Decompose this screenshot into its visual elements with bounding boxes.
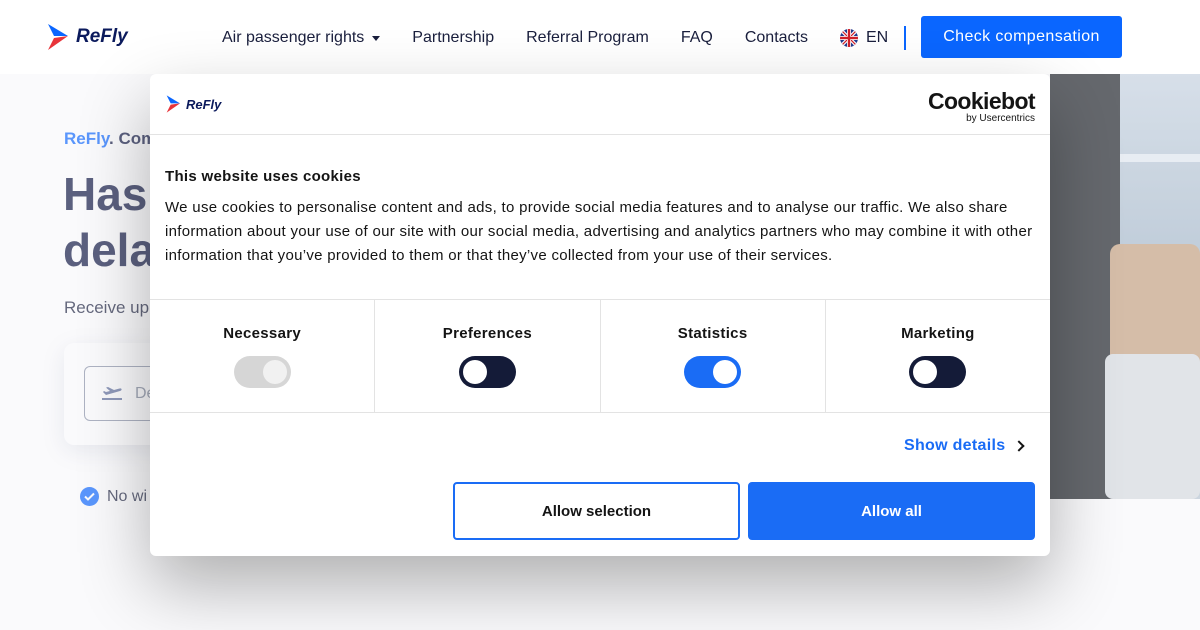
necessary-toggle bbox=[233, 356, 291, 388]
nav-item-faq[interactable]: FAQ bbox=[681, 29, 713, 47]
nav-item-partnership[interactable]: Partnership bbox=[412, 29, 494, 47]
cookiebot-byline: by Usercentrics bbox=[966, 113, 1035, 124]
chevron-right-icon bbox=[1013, 440, 1026, 452]
toggle-knob bbox=[262, 360, 287, 384]
language-divider bbox=[904, 26, 907, 50]
refly-logo[interactable]: ReFly bbox=[46, 22, 128, 52]
category-statistics: Statistics bbox=[601, 300, 826, 412]
dialog-refly-logo: ReFly bbox=[165, 94, 221, 114]
cookie-categories: Necessary Preferences Statistics Marketi… bbox=[150, 299, 1050, 413]
category-label: Preferences bbox=[442, 325, 532, 342]
allow-all-button[interactable]: Allow all bbox=[748, 482, 1035, 540]
preferences-toggle[interactable] bbox=[458, 356, 516, 388]
category-label: Marketing bbox=[901, 325, 975, 342]
site-header: ReFly Air passenger rights Partnership R… bbox=[0, 0, 1200, 74]
main-nav: Air passenger rights Partnership Referra… bbox=[222, 26, 907, 50]
nav-item-referral-program[interactable]: Referral Program bbox=[526, 29, 649, 47]
nav-label: Air passenger rights bbox=[222, 29, 365, 46]
dialog-divider bbox=[150, 134, 1050, 135]
cookiebot-wordmark: Cookiebot bbox=[927, 88, 1036, 114]
language-code: EN bbox=[865, 29, 889, 46]
logo-text: ReFly bbox=[76, 26, 128, 47]
marketing-toggle[interactable] bbox=[909, 356, 967, 388]
nav-item-air-passenger-rights[interactable]: Air passenger rights bbox=[222, 29, 381, 47]
statistics-toggle[interactable] bbox=[684, 356, 742, 388]
cookiebot-logo[interactable]: Cookiebot by Usercentrics bbox=[927, 88, 1036, 124]
category-label: Necessary bbox=[223, 325, 302, 342]
check-compensation-button[interactable]: Check compensation bbox=[921, 16, 1122, 58]
show-details-label: Show details bbox=[904, 437, 1006, 454]
category-label: Statistics bbox=[677, 325, 748, 342]
chevron-down-icon bbox=[372, 35, 381, 41]
nav-item-contacts[interactable]: Contacts bbox=[745, 29, 808, 47]
cookie-consent-dialog: ReFly Cookiebot by Usercentrics This web… bbox=[150, 74, 1050, 556]
uk-flag-icon bbox=[839, 29, 858, 47]
toggle-knob bbox=[913, 360, 938, 384]
dialog-logo-text: ReFly bbox=[186, 96, 222, 112]
toggle-knob bbox=[713, 360, 738, 384]
show-details-link[interactable]: Show details bbox=[904, 437, 1026, 455]
category-marketing: Marketing bbox=[826, 300, 1050, 412]
refly-logo-mark-icon bbox=[48, 24, 68, 50]
allow-selection-button[interactable]: Allow selection bbox=[453, 482, 740, 540]
dialog-title: This website uses cookies bbox=[165, 168, 361, 185]
category-necessary: Necessary bbox=[150, 300, 376, 412]
category-preferences: Preferences bbox=[375, 300, 601, 412]
dialog-body-text: We use cookies to personalise content an… bbox=[165, 199, 1033, 264]
toggle-knob bbox=[462, 360, 487, 384]
refly-logo-mark-icon bbox=[166, 95, 180, 113]
language-switcher[interactable]: EN bbox=[839, 26, 907, 50]
